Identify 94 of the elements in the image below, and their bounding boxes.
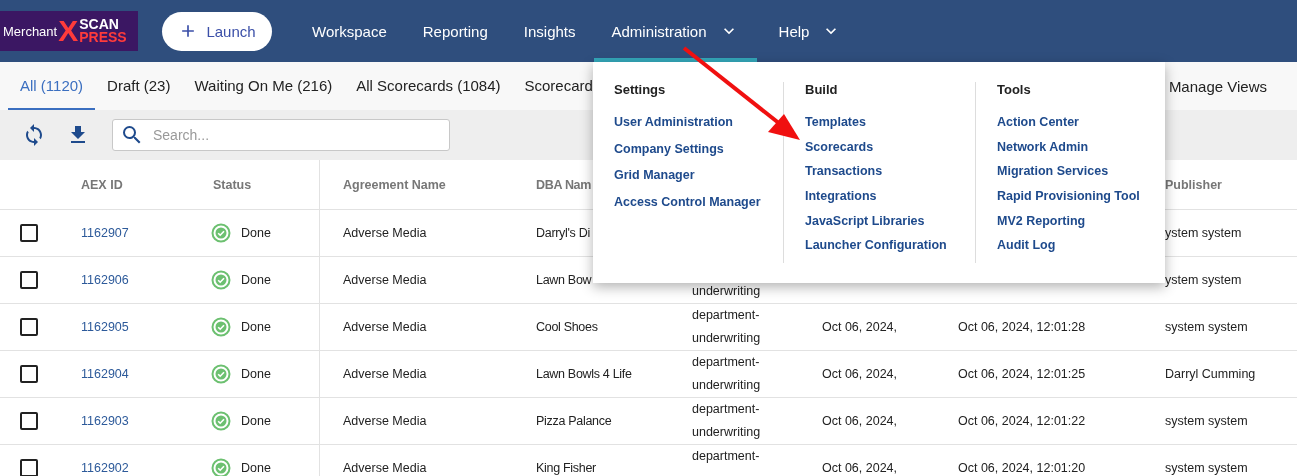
menu-link[interactable]: Access Control Manager	[614, 194, 761, 222]
menu-section-title: Build	[805, 82, 838, 97]
nav-label: Reporting	[422, 22, 488, 40]
check-circle-icon	[211, 317, 231, 337]
logo-text: SCAN	[79, 18, 120, 31]
nav-item[interactable]: Reporting	[404, 0, 506, 62]
launch-button[interactable]: Launch	[162, 11, 272, 51]
view-tab[interactable]: All Scorecards (1084)	[344, 62, 513, 110]
nav-label: Workspace	[312, 22, 387, 40]
table-cell: Adverse Media	[343, 367, 427, 381]
table-cell: Darryl Cumming	[1165, 367, 1256, 381]
nav-item[interactable]: Workspace	[294, 0, 405, 62]
manage-views-link[interactable]: Manage Views	[1168, 77, 1267, 95]
menu-link[interactable]: Audit Log	[997, 238, 1056, 264]
table-cell: system system	[1165, 414, 1248, 428]
nav-label: Administration	[611, 22, 707, 40]
menu-link[interactable]: Migration Services	[997, 164, 1109, 189]
table-cell: system system	[1165, 461, 1248, 475]
logo-mark: X	[58, 16, 79, 46]
table-cell: Adverse Media	[343, 414, 427, 428]
id-link[interactable]: 1162903	[81, 414, 129, 428]
row-checkbox[interactable]	[20, 459, 38, 476]
table-cell: Oct 06, 2024, 12:01:28	[958, 320, 1086, 334]
check-circle-icon	[211, 270, 231, 290]
table-cell: Cool Shoes	[536, 320, 598, 334]
menu-link[interactable]: JavaScript Libraries	[805, 213, 925, 239]
table-cell: Adverse Media	[343, 320, 427, 334]
menu-link[interactable]: Launcher Configuration	[805, 238, 947, 264]
menu-section-title: Tools	[997, 82, 1031, 97]
menu-link[interactable]: Grid Manager	[614, 168, 695, 195]
menu-link[interactable]: User Administration	[614, 115, 733, 142]
table-cell: Oct 06, 2024, 12:01:22	[958, 414, 1086, 428]
column-header: Status	[213, 177, 252, 192]
table-cell: system system	[1165, 320, 1248, 334]
table-cell: Lawn Bow	[536, 273, 592, 287]
table-cell: Adverse Media	[343, 273, 427, 287]
row-checkbox[interactable]	[20, 271, 38, 289]
id-link[interactable]: 1162904	[81, 367, 129, 381]
row-checkbox[interactable]	[20, 365, 38, 383]
status-text: Done	[241, 320, 271, 334]
menu-link[interactable]: MV2 Reporting	[997, 213, 1086, 239]
search-field[interactable]: Search...	[112, 119, 450, 151]
nav-item[interactable]: Help	[760, 0, 860, 62]
table-cell: Oct 06, 2024,	[822, 367, 898, 381]
row-checkbox[interactable]	[20, 318, 38, 336]
logo-word: Merchant	[3, 23, 58, 39]
table-cell: Darryl's Di	[536, 226, 590, 240]
table-cell: Oct 06, 2024,	[822, 461, 898, 475]
nav-label: Help	[778, 22, 810, 40]
table-cell: ystem system	[1165, 273, 1242, 287]
table-cell: Oct 06, 2024, 12:01:25	[958, 367, 1086, 381]
status-text: Done	[241, 226, 271, 240]
column-header: AEX ID	[81, 177, 123, 192]
menu-link[interactable]: Scorecards	[805, 139, 874, 165]
logo-text: PRESS	[79, 31, 127, 44]
table-cell: Lawn Bowls 4 Life	[536, 367, 632, 381]
table-cell-text: underwriting	[692, 283, 762, 300]
table-cell: ystem system	[1165, 226, 1242, 240]
check-circle-icon	[211, 364, 231, 384]
id-link[interactable]: 1162905	[81, 320, 129, 334]
table-cell: Oct 06, 2024, 12:01:20	[958, 461, 1086, 475]
id-link[interactable]: 1162906	[81, 273, 129, 287]
view-tab[interactable]: Waiting On Me (216)	[182, 62, 345, 110]
menu-link[interactable]: Rapid Provisioning Tool	[997, 189, 1140, 214]
menu-link[interactable]: Action Center	[997, 115, 1079, 140]
status-text: Done	[241, 367, 271, 381]
status-text: Done	[241, 461, 271, 475]
table-cell: Adverse Media	[343, 226, 427, 240]
row-checkbox[interactable]	[20, 224, 38, 242]
menu-link[interactable]: Integrations	[805, 189, 877, 214]
menu-section-title: Settings	[614, 82, 666, 97]
check-circle-icon	[211, 223, 231, 243]
table-cell-text: department-	[692, 448, 761, 465]
id-link[interactable]: 1162902	[81, 461, 129, 475]
id-link[interactable]: 1162907	[81, 226, 129, 240]
status-text: Done	[241, 273, 271, 287]
menu-link[interactable]: Transactions	[805, 164, 883, 189]
table-cell: Adverse Media	[343, 461, 427, 475]
menu-link[interactable]: Templates	[805, 115, 866, 140]
view-tab[interactable]: Draft (23)	[95, 62, 183, 110]
table-cell: Oct 06, 2024,	[822, 320, 898, 334]
table-cell: Oct 06, 2024,	[822, 414, 898, 428]
column-header: Agreement Name	[343, 177, 446, 192]
nav-label: Insights	[523, 22, 576, 40]
row-checkbox[interactable]	[20, 412, 38, 430]
table-cell: Pizza Palance	[536, 414, 612, 428]
nav-item[interactable]: Insights	[505, 0, 594, 62]
check-circle-icon	[211, 411, 231, 431]
status-text: Done	[241, 414, 271, 428]
column-header: DBA Nam	[536, 177, 592, 192]
column-header: Publisher	[1165, 177, 1222, 192]
menu-link[interactable]: Company Settings	[614, 141, 724, 169]
menu-link[interactable]: Network Admin	[997, 139, 1089, 165]
table-cell: King Fisher	[536, 461, 596, 475]
